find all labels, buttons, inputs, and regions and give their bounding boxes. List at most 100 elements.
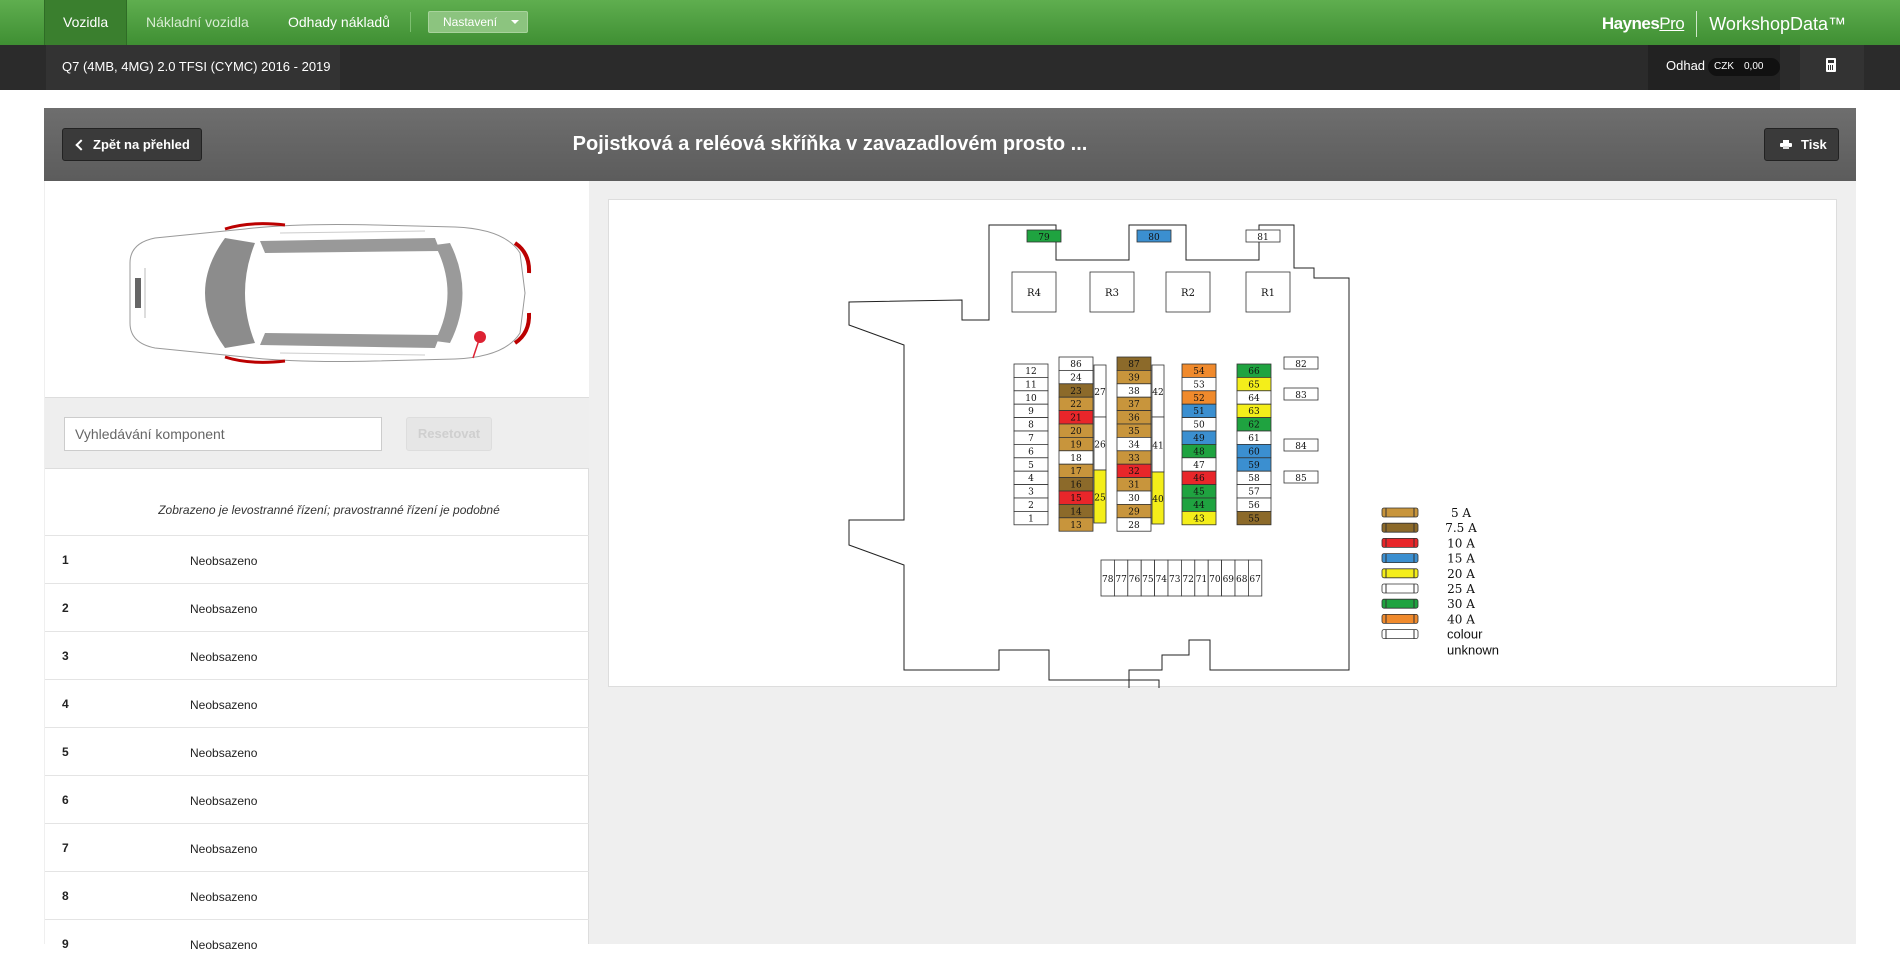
print-button[interactable]: Tisk (1764, 128, 1839, 161)
fuse-label-40: 40 (1152, 495, 1164, 505)
fuse-status: Neobsazeno (190, 698, 258, 712)
fuse-list-row[interactable]: 3 Neobsazeno (45, 631, 589, 679)
fuse-label-26: 26 (1094, 441, 1106, 451)
fuse-label-34: 34 (1128, 440, 1140, 450)
fuse-list-row[interactable]: 1 Neobsazeno (45, 535, 589, 583)
amount: 0,00 (1744, 61, 1764, 72)
legend-swatch-20A[interactable] (1381, 568, 1419, 579)
fuse-label-80: 80 (1148, 233, 1160, 243)
fuse-label-87: 87 (1128, 360, 1140, 370)
legend-swatch-30A[interactable] (1381, 598, 1419, 609)
fuse-list-row[interactable]: 5 Neobsazeno (45, 727, 589, 775)
fuse-box-svg: 79 80 81R4 R3 R2 R182838485121110987654321862… (848, 224, 1499, 688)
fuse-list-row[interactable]: 8 Neobsazeno (45, 871, 589, 919)
fuse-label-71: 71 (1196, 575, 1207, 585)
legend-swatch-7.5A[interactable] (1381, 522, 1419, 533)
fuse-label-9: 9 (1028, 407, 1034, 417)
fuse-label-60: 60 (1248, 447, 1260, 457)
fuse-label-56: 56 (1248, 501, 1260, 511)
fuse-label-81: 81 (1257, 233, 1268, 243)
left-column: Resetovat Zobrazeno je levostranné řízen… (45, 181, 589, 952)
relay-label-R1: R1 (1261, 288, 1275, 299)
fuse-label-11: 11 (1025, 380, 1036, 390)
fuse-label-27: 27 (1094, 388, 1106, 398)
fuse-list-row[interactable]: 9 Neobsazeno (45, 919, 589, 967)
relay-label-R4: R4 (1027, 288, 1041, 299)
fuse-label-1: 1 (1028, 514, 1034, 524)
fuse-label-37: 37 (1128, 400, 1140, 410)
vehicle-name[interactable]: Q7 (4MB, 4MG) 2.0 TFSI (CYMC) 2016 - 201… (46, 45, 340, 90)
fuse-label-36: 36 (1128, 414, 1140, 424)
brand-pro: Pro (1659, 14, 1685, 33)
legend-label-25A: 25 A (1447, 582, 1475, 596)
settings-label: Nastavení (443, 15, 498, 29)
fuse-label-13: 13 (1070, 521, 1082, 531)
relay-label-R2: R2 (1181, 288, 1195, 299)
back-to-overview-button[interactable]: Zpět na přehled (62, 128, 202, 161)
legend-swatch-15A[interactable] (1381, 553, 1419, 564)
fuse-label-63: 63 (1248, 407, 1260, 417)
car-topview-illustration (129, 222, 532, 364)
legend-label-20A: 20 A (1447, 567, 1475, 581)
fuse-label-64: 64 (1248, 394, 1260, 404)
fuse-label-24: 24 (1070, 373, 1082, 383)
legend-label-40A: 40 A (1447, 612, 1475, 626)
fuse-label-14: 14 (1070, 507, 1082, 517)
fuse-label-28: 28 (1128, 521, 1140, 531)
estimate-label: Odhad (1666, 58, 1706, 73)
calculator-icon (1826, 58, 1836, 72)
fuse-label-31: 31 (1128, 481, 1139, 491)
fuse-number: 1 (62, 553, 69, 567)
component-search-input[interactable] (64, 417, 382, 451)
fuse-label-4: 4 (1028, 474, 1034, 484)
legend-label-unknown: colour (1447, 627, 1483, 642)
tab-cost-estimates[interactable]: Odhady nákladů (270, 0, 408, 45)
legend-swatch-10A[interactable] (1381, 537, 1419, 548)
calculator-button[interactable] (1800, 45, 1864, 90)
legend-swatch-25A[interactable] (1381, 583, 1419, 594)
print-label: Tisk (1801, 137, 1827, 152)
fuse-label-48: 48 (1193, 447, 1205, 457)
reset-button[interactable]: Resetovat (406, 417, 492, 451)
tab-trucks[interactable]: Nákladní vozidla (128, 0, 267, 45)
legend-swatch-40A[interactable] (1381, 613, 1419, 624)
fuse-label-79: 79 (1038, 233, 1050, 243)
vehicle-location-image (45, 181, 589, 397)
fuse-status: Neobsazeno (190, 650, 258, 664)
fuse-list-row[interactable]: 6 Neobsazeno (45, 775, 589, 823)
fuse-list-row[interactable]: 7 Neobsazeno (45, 823, 589, 871)
fuse-number: 6 (62, 793, 69, 807)
settings-dropdown[interactable]: Nastavení (428, 11, 528, 33)
printer-icon (1780, 140, 1792, 149)
fuse-label-72: 72 (1182, 575, 1193, 585)
fuse-label-74: 74 (1156, 575, 1168, 585)
fuse-label-23: 23 (1070, 387, 1082, 397)
tab-vehicles[interactable]: Vozidla (44, 0, 128, 45)
fuse-label-51: 51 (1193, 407, 1204, 417)
fuse-label-47: 47 (1193, 461, 1205, 471)
fuse-list-row[interactable]: 2 Neobsazeno (45, 583, 589, 631)
fuse-label-35: 35 (1128, 427, 1140, 437)
brand-haynes: Haynes (1601, 14, 1660, 33)
fuse-status: Neobsazeno (190, 794, 258, 808)
fuse-label-44: 44 (1193, 501, 1205, 511)
legend-label2-unknown: unknown (1447, 643, 1499, 658)
fuse-status: Neobsazeno (190, 890, 258, 904)
fuse-label-43: 43 (1193, 514, 1205, 524)
fuse-label-54: 54 (1193, 367, 1205, 377)
fuse-label-16: 16 (1070, 481, 1082, 491)
fuse-status: Neobsazeno (190, 842, 258, 856)
fuse-label-58: 58 (1248, 474, 1260, 484)
legend-label-10A: 10 A (1447, 536, 1475, 550)
drive-side-note: Zobrazeno je levostranné řízení; pravost… (158, 503, 500, 517)
legend-swatch-5A[interactable] (1381, 507, 1419, 518)
fuse-list-row[interactable]: 4 Neobsazeno (45, 679, 589, 727)
fuse-status: Neobsazeno (190, 938, 258, 952)
fuse-label-53: 53 (1193, 380, 1205, 390)
legend-swatch-unknown[interactable] (1381, 629, 1419, 640)
fuse-label-32: 32 (1128, 467, 1139, 477)
fuse-number: 5 (62, 745, 69, 759)
fuse-label-85: 85 (1295, 474, 1307, 484)
estimate-widget[interactable]: Odhad CZK 0,00 (1648, 45, 1780, 90)
fuse-label-75: 75 (1142, 575, 1154, 585)
